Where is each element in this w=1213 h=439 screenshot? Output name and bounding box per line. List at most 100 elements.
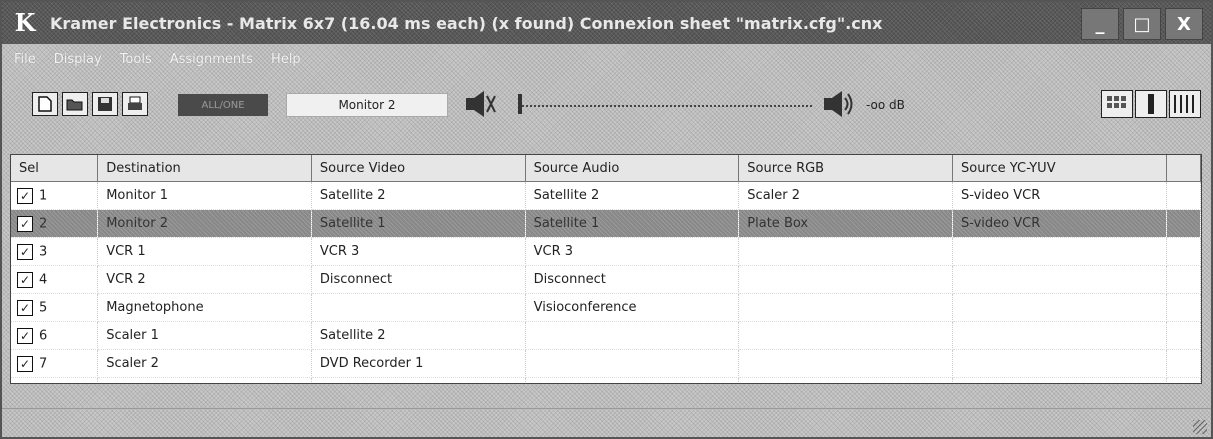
cell-audio[interactable]: Satellite 2 bbox=[525, 181, 740, 210]
cell-destination[interactable]: Monitor 1 bbox=[97, 181, 312, 210]
row-select-cell[interactable]: ✓8 bbox=[11, 377, 99, 385]
cell-destination[interactable]: Magnetophone bbox=[97, 293, 312, 322]
cell-video[interactable]: Disconnect bbox=[311, 265, 526, 294]
table-row[interactable]: ✓ 1 Monitor 1 Satellite 2 Satellite 2 Scaler … bbox=[11, 181, 1201, 210]
row-checkbox[interactable]: ✓ bbox=[17, 215, 33, 232]
row-checkbox[interactable]: ✓ bbox=[17, 187, 33, 204]
table-row[interactable]: ✓8Plasma 1VisioconferenceVisioconference… bbox=[11, 377, 1201, 385]
cell-audio[interactable]: Visioconference bbox=[525, 293, 740, 322]
cell-destination[interactable]: VCR 1 bbox=[97, 237, 312, 266]
cell-rgb[interactable] bbox=[738, 321, 953, 350]
menu-help[interactable]: Help bbox=[271, 52, 301, 67]
grid-view-button[interactable] bbox=[1101, 90, 1133, 118]
cell-rgb[interactable]: Plate Box bbox=[738, 209, 953, 238]
open-button[interactable] bbox=[62, 92, 88, 116]
table-row[interactable]: ✓ 7 Scaler 2 DVD Recorder 1 bbox=[11, 349, 1201, 378]
speaker-loud-icon[interactable] bbox=[820, 88, 856, 120]
cell-filler bbox=[1166, 237, 1201, 266]
cell-ycyuv[interactable] bbox=[952, 293, 1167, 322]
list-view-button[interactable] bbox=[1169, 90, 1201, 118]
table-row[interactable]: ✓ 5 Magnetophone Visioconference bbox=[11, 293, 1201, 322]
cell-ycyuv[interactable]: S-video VCR bbox=[952, 181, 1167, 210]
cell-rgb[interactable] bbox=[738, 349, 953, 378]
menu-display[interactable]: Display bbox=[54, 52, 102, 67]
close-button[interactable]: X bbox=[1165, 8, 1203, 40]
row-checkbox[interactable]: ✓ bbox=[17, 327, 33, 344]
cell-audio[interactable]: Disconnect bbox=[525, 265, 740, 294]
column-header-source-rgb[interactable]: Source RGB bbox=[738, 155, 953, 182]
cell-rgb[interactable]: Visioconference bbox=[738, 377, 953, 383]
cell-audio[interactable] bbox=[525, 321, 740, 350]
cell-audio[interactable]: Satellite 1 bbox=[525, 209, 740, 238]
maximize-button[interactable]: □ bbox=[1123, 8, 1161, 40]
cell-rgb[interactable] bbox=[738, 237, 953, 266]
cell-filler bbox=[1166, 293, 1201, 322]
cell-rgb[interactable] bbox=[738, 293, 953, 322]
table-row[interactable]: ✓ 3 VCR 1 VCR 3 VCR 3 bbox=[11, 237, 1201, 266]
cell-destination[interactable]: VCR 2 bbox=[97, 265, 312, 294]
row-checkbox[interactable]: ✓ bbox=[17, 243, 33, 260]
row-checkbox[interactable]: ✓ bbox=[17, 299, 33, 316]
app-logo-icon: K bbox=[14, 8, 36, 37]
column-header-source-video[interactable]: Source Video bbox=[311, 155, 526, 182]
menu-tools[interactable]: Tools bbox=[120, 52, 152, 67]
row-select-cell[interactable]: ✓ 2 bbox=[11, 209, 99, 238]
print-button[interactable] bbox=[122, 92, 148, 116]
cell-video[interactable]: VCR 3 bbox=[311, 237, 526, 266]
table-row[interactable]: ✓ 6 Scaler 1 Satellite 2 bbox=[11, 321, 1201, 350]
row-select-cell[interactable]: ✓ 3 bbox=[11, 237, 99, 266]
menu-file[interactable]: File bbox=[14, 52, 36, 67]
speaker-mute-icon[interactable] bbox=[462, 88, 498, 120]
row-select-cell[interactable]: ✓ 7 bbox=[11, 349, 99, 378]
volume-slider[interactable] bbox=[522, 102, 812, 107]
row-select-cell[interactable]: ✓ 1 bbox=[11, 181, 99, 210]
menu-assignments[interactable]: Assignments bbox=[170, 52, 253, 67]
cell-ycyuv[interactable] bbox=[952, 265, 1167, 294]
cell-destination[interactable]: Scaler 1 bbox=[97, 321, 312, 350]
new-file-button[interactable] bbox=[32, 92, 58, 116]
cell-video[interactable]: Visioconference bbox=[311, 377, 526, 383]
column-header-destination[interactable]: Destination bbox=[97, 155, 312, 182]
cell-video[interactable] bbox=[311, 293, 526, 322]
column-header-source-audio[interactable]: Source Audio bbox=[525, 155, 740, 182]
row-checkbox[interactable]: ✓ bbox=[17, 271, 33, 288]
row-select-cell[interactable]: ✓ 5 bbox=[11, 293, 99, 322]
cell-rgb[interactable]: Scaler 2 bbox=[738, 181, 953, 210]
cell-audio[interactable]: VCR 3 bbox=[525, 237, 740, 266]
cell-destination[interactable]: Plasma 1 bbox=[97, 377, 312, 383]
destination-field[interactable]: Monitor 2 bbox=[286, 93, 448, 117]
new-file-icon bbox=[38, 96, 52, 112]
resize-grip-icon[interactable] bbox=[1193, 420, 1207, 434]
cell-video[interactable]: Satellite 1 bbox=[311, 209, 526, 238]
connection-table: Sel Destination Source Video Source Audi… bbox=[11, 155, 1201, 385]
column-view-button[interactable] bbox=[1135, 90, 1167, 118]
cell-destination[interactable]: Scaler 2 bbox=[97, 349, 312, 378]
title-bar[interactable]: K Kramer Electronics - Matrix 6x7 (16.04… bbox=[2, 2, 1211, 44]
cell-ycyuv[interactable]: Visioconference bbox=[952, 377, 1167, 383]
cell-ycyuv[interactable] bbox=[952, 321, 1167, 350]
row-select-cell[interactable]: ✓ 6 bbox=[11, 321, 99, 350]
row-select-cell[interactable]: ✓ 4 bbox=[11, 265, 99, 294]
table-row[interactable]: ✓ 4 VCR 2 Disconnect Disconnect bbox=[11, 265, 1201, 294]
print-icon bbox=[128, 96, 142, 110]
column-header-sel[interactable]: Sel bbox=[11, 155, 99, 182]
column-view-icon bbox=[1148, 94, 1154, 114]
cell-ycyuv[interactable]: S-video VCR bbox=[952, 209, 1167, 238]
cell-ycyuv[interactable] bbox=[952, 237, 1167, 266]
cell-video[interactable]: DVD Recorder 1 bbox=[311, 349, 526, 378]
cell-destination[interactable]: Monitor 2 bbox=[97, 209, 312, 238]
cell-ycyuv[interactable] bbox=[952, 349, 1167, 378]
cell-audio[interactable]: Visioconference bbox=[525, 377, 740, 383]
cell-video[interactable]: Satellite 2 bbox=[311, 181, 526, 210]
cell-rgb[interactable] bbox=[738, 265, 953, 294]
row-number: 2 bbox=[39, 216, 48, 231]
minimize-button[interactable]: _ bbox=[1081, 8, 1119, 40]
column-header-source-ycyuv[interactable]: Source YC-YUV bbox=[952, 155, 1167, 182]
all-one-button[interactable]: ALL/ONE bbox=[178, 94, 268, 116]
table-row[interactable]: ✓ 2 Monitor 2 Satellite 1 Satellite 1 Plate B… bbox=[11, 209, 1201, 238]
cell-audio[interactable] bbox=[525, 349, 740, 378]
cell-video[interactable]: Satellite 2 bbox=[311, 321, 526, 350]
row-checkbox[interactable]: ✓ bbox=[17, 355, 33, 372]
row-checkbox[interactable]: ✓ bbox=[17, 384, 33, 385]
save-button[interactable] bbox=[92, 92, 118, 116]
